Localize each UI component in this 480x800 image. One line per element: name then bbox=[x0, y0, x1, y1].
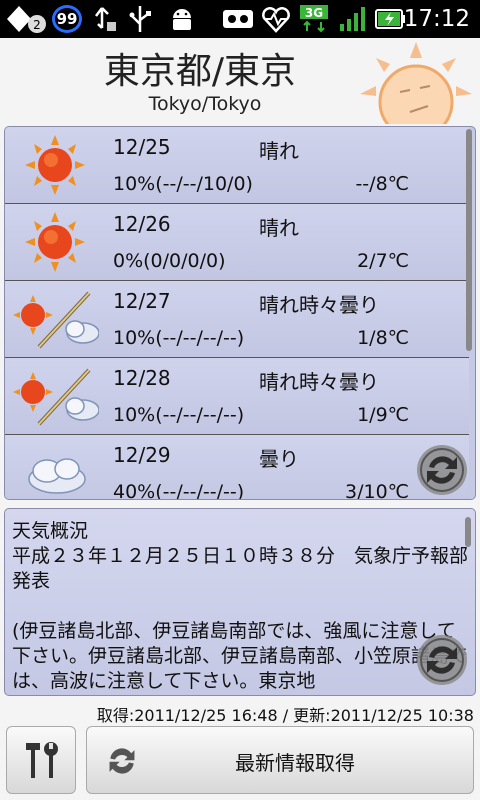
forecast-rain-chance: 10%(--/--/--/--) bbox=[113, 327, 245, 349]
settings-button[interactable] bbox=[6, 726, 76, 794]
forecast-rain-chance: 10%(--/--/--/--) bbox=[113, 404, 245, 426]
refresh-forecast-icon[interactable] bbox=[415, 443, 469, 497]
forecast-rain-chance: 10%(--/--/10/0) bbox=[113, 173, 253, 195]
forecast-row[interactable]: 12/25 晴れ 10%(--/--/10/0) --/8℃ bbox=[5, 127, 469, 204]
cloudy-icon bbox=[28, 458, 86, 494]
notification-icon: 2 bbox=[2, 0, 48, 38]
fetch-latest-label: 最新情報取得 bbox=[235, 751, 355, 775]
svg-text:2: 2 bbox=[33, 18, 41, 32]
forecast-row[interactable]: 12/28 晴れ時々曇り 10%(--/--/--/--) 1/9℃ bbox=[5, 358, 469, 435]
forecast-rain-chance: 0%(0/0/0/0) bbox=[113, 250, 226, 272]
usb-icon bbox=[124, 0, 156, 38]
refresh-overview-icon[interactable] bbox=[415, 633, 469, 687]
status-bar: 2 99 3G 17:12 bbox=[0, 0, 480, 38]
android-icon bbox=[164, 0, 200, 38]
forecast-date: 12/29 bbox=[113, 443, 171, 467]
forecast-condition: 晴れ bbox=[259, 139, 299, 163]
forecast-temperature: 3/10℃ bbox=[344, 481, 409, 500]
forecast-temperature: 2/7℃ bbox=[357, 250, 409, 272]
sun-face-icon bbox=[360, 42, 472, 124]
signal-icon bbox=[338, 0, 368, 38]
fetch-update-times: 取得:2011/12/25 16:48 / 更新:2011/12/25 10:3… bbox=[96, 706, 474, 725]
badge-count: 99 bbox=[52, 5, 82, 33]
sunny-icon bbox=[25, 212, 85, 272]
heart-monitor-icon bbox=[258, 0, 294, 38]
city-name-en: Tokyo/Tokyo bbox=[148, 93, 262, 115]
forecast-scrollbar[interactable] bbox=[466, 129, 472, 351]
forecast-date: 12/27 bbox=[113, 289, 171, 313]
forecast-rain-chance: 40%(--/--/--/--) bbox=[113, 481, 245, 500]
usb-debug-icon bbox=[88, 0, 120, 38]
forecast-condition: 晴れ bbox=[259, 216, 299, 240]
forecast-row[interactable]: 12/29 曇り 40%(--/--/--/--) 3/10℃ bbox=[5, 435, 469, 500]
tools-icon bbox=[26, 742, 58, 778]
sun-cloud-icon bbox=[13, 368, 99, 426]
forecast-temperature: --/8℃ bbox=[355, 173, 409, 195]
city-name: 東京都/東京 bbox=[103, 51, 297, 92]
sunny-icon bbox=[25, 135, 85, 195]
forecast-condition: 曇り bbox=[259, 447, 299, 471]
svg-text:3G: 3G bbox=[305, 6, 323, 20]
forecast-row[interactable]: 12/27 晴れ時々曇り 10%(--/--/--/--) 1/8℃ bbox=[5, 281, 469, 358]
forecast-condition: 晴れ時々曇り bbox=[259, 370, 379, 394]
forecast-temperature: 1/8℃ bbox=[357, 327, 409, 349]
forecast-temperature: 1/9℃ bbox=[357, 404, 409, 426]
overview-scrollbar[interactable] bbox=[465, 517, 471, 547]
forecast-list[interactable]: 12/25 晴れ 10%(--/--/10/0) --/8℃ 12/26 晴れ … bbox=[4, 126, 476, 500]
clock: 17:12 bbox=[403, 6, 470, 32]
sun-cloud-icon bbox=[13, 291, 99, 349]
network-3g-icon: 3G bbox=[298, 0, 330, 38]
forecast-condition: 晴れ時々曇り bbox=[259, 293, 379, 317]
overview-text: 天気概況 平成２３年１２月２５日１０時３８分 気象庁予報部発表 (伊豆諸島北部、… bbox=[12, 520, 469, 692]
fetch-latest-button[interactable]: 最新情報取得 bbox=[86, 726, 474, 794]
voicemail-icon bbox=[220, 0, 256, 38]
forecast-date: 12/28 bbox=[113, 366, 171, 390]
forecast-row[interactable]: 12/26 晴れ 0%(0/0/0/0) 2/7℃ bbox=[5, 204, 469, 281]
forecast-date: 12/25 bbox=[113, 135, 171, 159]
weather-overview[interactable]: 天気概況 平成２３年１２月２５日１０時３８分 気象庁予報部発表 (伊豆諸島北部、… bbox=[4, 508, 476, 696]
forecast-date: 12/26 bbox=[113, 212, 171, 236]
